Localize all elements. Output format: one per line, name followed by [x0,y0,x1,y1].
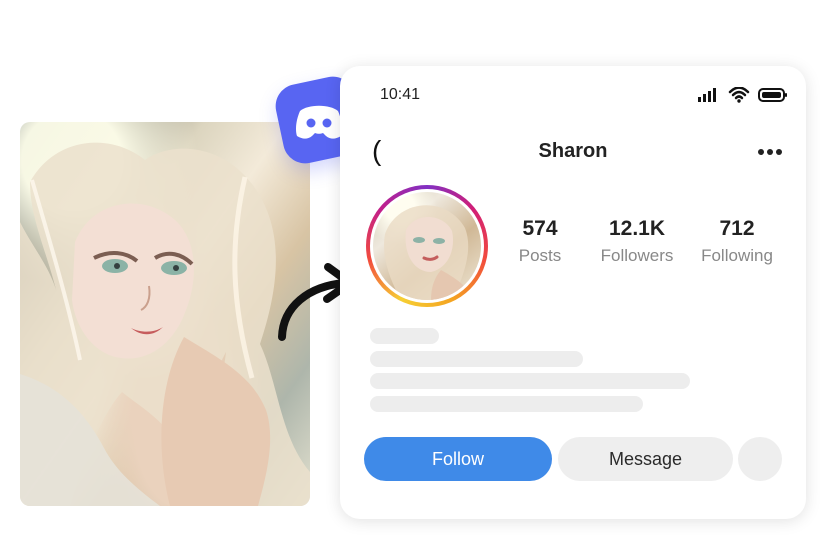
stat-posts-label: Posts [518,246,562,265]
avatar-illustration [384,205,473,300]
stat-following[interactable]: 712 Following [695,217,779,267]
signal-icon [698,88,716,102]
wifi-icon [728,87,750,103]
source-portrait-image [20,122,310,506]
discord-mark-icon [296,105,342,139]
profile-name: Sharon [538,140,608,162]
stat-following-label: Following [701,246,773,265]
more-options-button[interactable] [738,437,782,481]
profile-phone-card: 10:41 ( Sharon 574 Posts 12.1K Followers… [340,66,806,519]
battery-icon [758,88,787,102]
stat-posts[interactable]: 574 Posts [508,217,572,267]
follow-button[interactable]: Follow [364,437,552,481]
story-ring[interactable] [366,185,488,307]
stat-followers-label: Followers [600,246,674,265]
message-button[interactable]: Message [558,437,733,481]
stat-following-value: 712 [719,217,755,240]
bio-placeholder-line [370,328,439,344]
bio-placeholder-line [370,351,583,367]
stat-followers[interactable]: 12.1K Followers [593,217,681,267]
more-icon[interactable] [757,148,783,156]
portrait-illustration [20,142,310,506]
avatar-border [370,189,484,303]
stat-followers-value: 12.1K [608,217,666,240]
avatar [373,192,481,300]
status-time: 10:41 [380,86,421,103]
stat-posts-value: 574 [522,217,558,240]
bio-placeholder-line [370,396,643,412]
status-icons [698,87,788,103]
bio-placeholder-line [370,373,690,389]
